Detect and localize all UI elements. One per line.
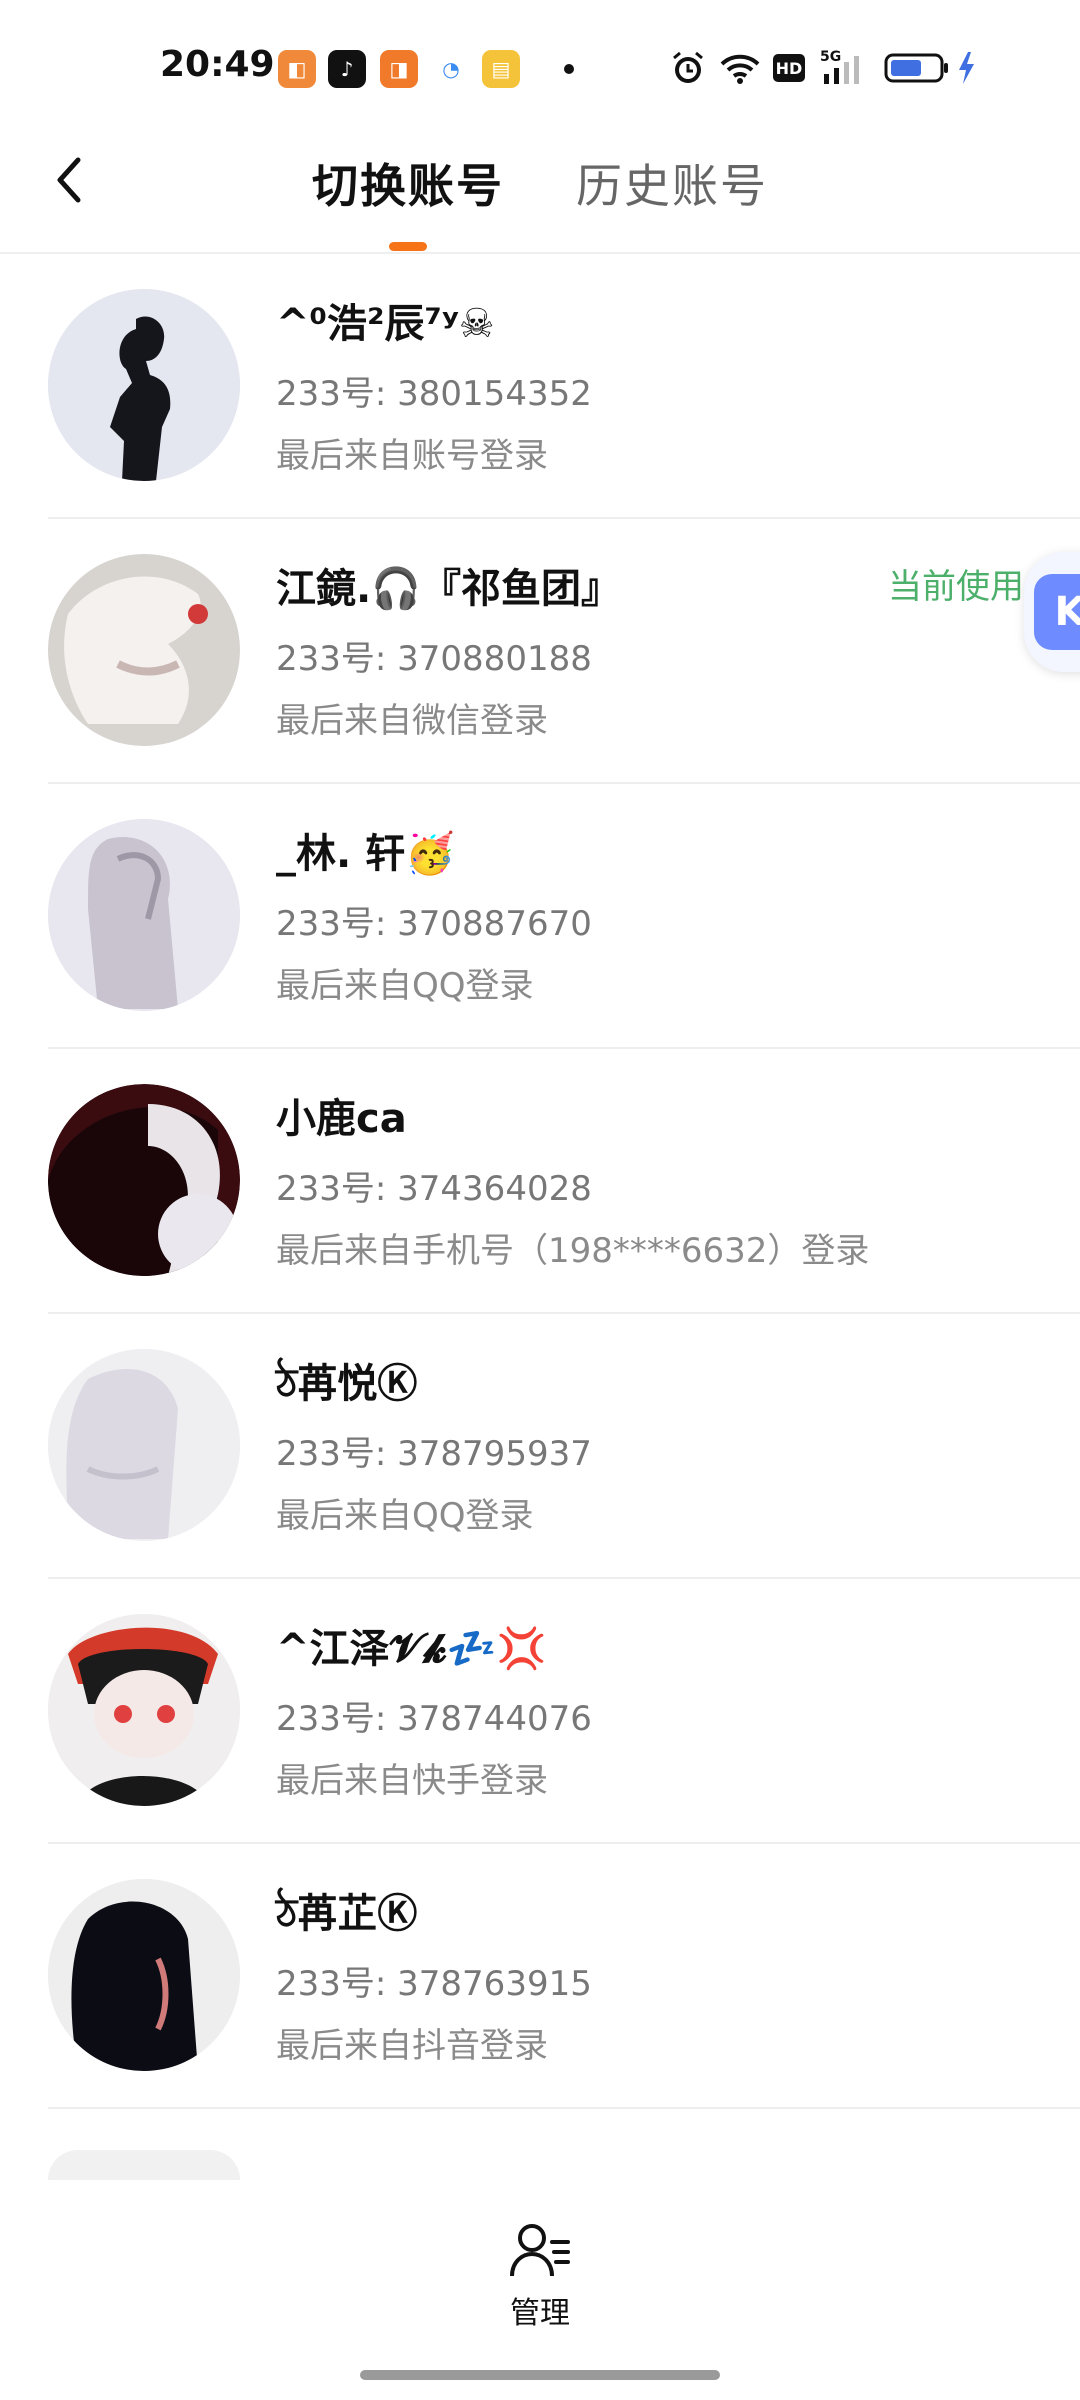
avatar bbox=[48, 1614, 240, 1806]
user-manage-icon bbox=[510, 2224, 570, 2277]
account-row[interactable]: ঠ苒悦Ⓚ 233号: 378795937 最后来自QQ登录 bbox=[0, 1314, 1080, 1579]
account-id: 233号: 378744076 bbox=[276, 1699, 592, 1739]
avatar bbox=[48, 819, 240, 1011]
last-login-method: 最后来自手机号（198****6632）登录 bbox=[276, 1231, 870, 1271]
floating-assistant-button[interactable]: K bbox=[1024, 552, 1080, 672]
account-row[interactable]: _林. 轩🥳 233号: 370887670 最后来自QQ登录 bbox=[0, 784, 1080, 1049]
account-row[interactable]: ^⁰浩²辰⁷ʸ☠ 233号: 380154352 最后来自账号登录 bbox=[0, 254, 1080, 519]
account-name: 小鹿ca bbox=[276, 1096, 407, 1142]
account-row[interactable]: ঠ苒芷Ⓚ 233号: 378763915 最后来自抖音登录 bbox=[0, 1844, 1080, 2109]
account-name: _林. 轩🥳 bbox=[276, 831, 455, 877]
manage-button[interactable]: 管理 bbox=[490, 2220, 590, 2332]
hd-icon: HD bbox=[772, 48, 806, 88]
chevron-left-icon bbox=[57, 157, 81, 203]
avatar bbox=[48, 289, 240, 481]
active-tab-indicator bbox=[389, 242, 427, 251]
tab-switch-account[interactable]: 切换账号 bbox=[312, 150, 504, 216]
tab-history-account[interactable]: 历史账号 bbox=[576, 150, 768, 216]
account-row[interactable]: ^江泽𝓥𝓴💤💢 233号: 378744076 最后来自快手登录 bbox=[0, 1579, 1080, 1844]
account-id: 233号: 370887670 bbox=[276, 904, 592, 944]
last-login-method: 最后来自抖音登录 bbox=[276, 2026, 548, 2066]
tiktok-icon: ♪ bbox=[328, 50, 366, 88]
back-button[interactable] bbox=[48, 150, 92, 210]
search-app-icon: ◔ bbox=[432, 50, 470, 88]
status-time: 20:49 bbox=[160, 44, 275, 85]
last-login-method: 最后来自QQ登录 bbox=[276, 1496, 534, 1536]
avatar bbox=[48, 1349, 240, 1541]
app-icon-3: ◨ bbox=[380, 50, 418, 88]
avatar bbox=[48, 2150, 240, 2180]
last-login-method: 最后来自快手登录 bbox=[276, 1761, 548, 1801]
avatar bbox=[48, 1084, 240, 1276]
manage-label: 管理 bbox=[510, 2296, 570, 2331]
account-row[interactable]: 小鹿ca 233号: 374364028 最后来自手机号（198****6632… bbox=[0, 1049, 1080, 1314]
last-login-method: 最后来自微信登录 bbox=[276, 701, 548, 741]
account-list: ^⁰浩²辰⁷ʸ☠ 233号: 380154352 最后来自账号登录 江鏡.🎧『祁… bbox=[0, 254, 1080, 2109]
account-id: 233号: 374364028 bbox=[276, 1169, 592, 1209]
row-divider bbox=[48, 2107, 1080, 2109]
account-name: ঠ苒芷Ⓚ bbox=[276, 1891, 418, 1937]
signal-5g-icon: 5G bbox=[820, 48, 868, 88]
bottom-bar: 管理 bbox=[0, 2180, 1080, 2400]
account-name: ^⁰浩²辰⁷ʸ☠ bbox=[276, 301, 495, 347]
current-use-badge: 当前使用 bbox=[888, 567, 1024, 607]
chat-bubble-icon: K bbox=[1034, 574, 1080, 650]
account-id: 233号: 380154352 bbox=[276, 374, 592, 414]
svg-text:HD: HD bbox=[776, 59, 803, 78]
account-id: 233号: 378795937 bbox=[276, 1434, 592, 1474]
alarm-icon bbox=[670, 48, 706, 88]
more-notifications-dot bbox=[564, 64, 574, 74]
account-row[interactable]: 江鏡.🎧『祁鱼团』 233号: 370880188 最后来自微信登录 当前使用 bbox=[0, 519, 1080, 784]
account-name: 江鏡.🎧『祁鱼团』 bbox=[276, 566, 621, 612]
battery-icon bbox=[884, 48, 950, 88]
svg-text:5G: 5G bbox=[820, 49, 841, 65]
account-id: 233号: 370880188 bbox=[276, 639, 592, 679]
account-name: ঠ苒悦Ⓚ bbox=[276, 1361, 418, 1407]
notes-app-icon: ▤ bbox=[482, 50, 520, 88]
app-icon-1: ◧ bbox=[278, 50, 316, 88]
account-name: ^江泽𝓥𝓴💤💢 bbox=[276, 1626, 547, 1672]
last-login-method: 最后来自账号登录 bbox=[276, 436, 548, 476]
charging-icon bbox=[956, 48, 976, 88]
account-id: 233号: 378763915 bbox=[276, 1964, 592, 2004]
home-indicator[interactable] bbox=[360, 2370, 720, 2380]
last-login-method: 最后来自QQ登录 bbox=[276, 966, 534, 1006]
wifi-icon bbox=[718, 48, 762, 88]
status-bar: 20:49 ◧ ♪ ◨ ◔ ▤ HD 5G bbox=[0, 0, 1080, 130]
avatar bbox=[48, 554, 240, 746]
avatar bbox=[48, 1879, 240, 2071]
